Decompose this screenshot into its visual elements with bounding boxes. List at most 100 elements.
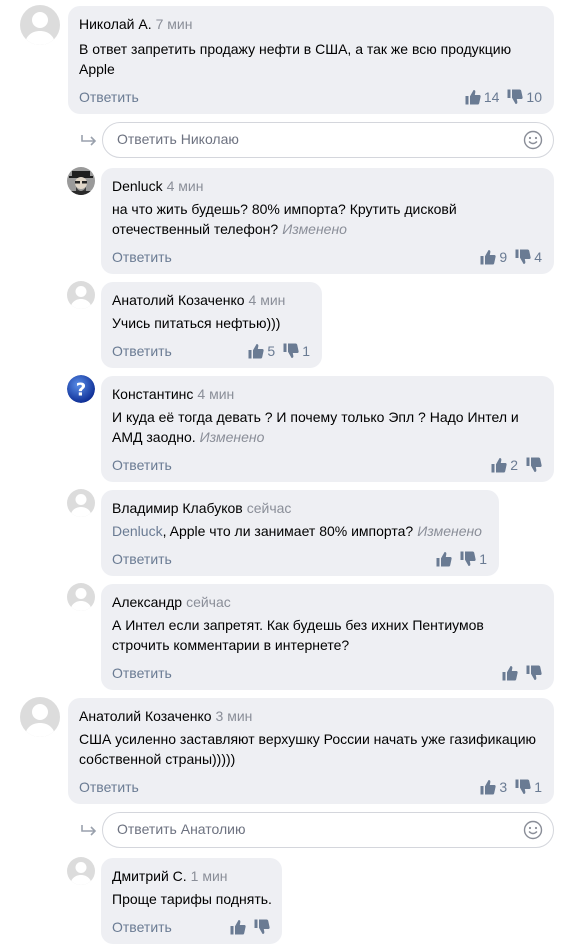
like-button[interactable] [436,551,452,567]
reply-button[interactable]: Ответить [112,551,172,567]
comment-time[interactable]: сейчас [186,594,231,610]
thumbs-up-icon [480,780,497,795]
comment-text: Проще тарифы поднять. [112,891,272,907]
thumbs-up-icon [248,344,265,359]
comment-time[interactable]: 7 мин [156,16,193,32]
comment-time[interactable]: 4 мин [167,178,204,194]
author-name[interactable]: Denluck [112,178,163,194]
avatar[interactable] [67,167,95,195]
comment-time[interactable]: 1 мин [191,868,228,884]
reply-field[interactable] [102,812,554,848]
comment-header: Denluck 4 мин [112,178,203,194]
reply-input[interactable] [117,131,497,147]
vote-controls [230,919,270,935]
mention-link[interactable]: Denluck [112,523,163,539]
thumbs-down-icon [515,249,531,264]
comment-text: А Интел если запретят. Как будешь без их… [112,617,484,653]
author-name[interactable]: Анатолий Козаченко [112,292,245,308]
reply-button[interactable]: Ответить [112,665,172,681]
comment-text: И куда её тогда девать ? И почему только… [112,409,519,445]
edited-label: Изменено [282,221,347,237]
smiley-icon[interactable] [523,820,543,840]
dislike-count: 4 [534,249,542,265]
comment-time[interactable]: 3 мин [216,708,253,724]
avatar[interactable] [67,281,95,309]
dislike-button[interactable]: 4 [515,249,542,265]
comment-bubble: Константинс 4 мин И куда её тогда девать … [101,376,554,482]
thumbs-down-icon [515,779,531,794]
comment-bubble: Николай А. 7 мин В ответ запретить продаж… [68,6,554,114]
comment-header: Александр сейчас [112,594,231,610]
like-count: 9 [499,249,508,265]
thumbs-down-icon [507,89,524,104]
like-count: 3 [499,779,508,795]
thumbs-down-icon [254,919,270,934]
comment-time[interactable]: сейчас [247,500,292,516]
reply-button[interactable]: Ответить [112,343,172,359]
dislike-button[interactable] [254,919,270,935]
comment-time[interactable]: 4 мин [249,292,286,308]
reply-button[interactable]: Ответить [112,249,172,265]
comment-bubble: Denluck 4 мин на что жить будешь? 80% имп… [101,168,554,274]
reply-field[interactable] [102,122,554,158]
avatar[interactable] [67,583,95,611]
reply-button[interactable]: Ответить [79,89,139,105]
thumbs-up-icon [465,90,481,105]
thumbs-up-icon [436,552,452,567]
dislike-button[interactable]: 1 [460,551,487,567]
like-button[interactable]: 9 [480,249,507,265]
reply-button[interactable]: Ответить [79,779,139,795]
dislike-button[interactable]: 1 [283,343,310,359]
vote-controls [502,665,542,681]
like-button[interactable] [230,919,246,935]
dislike-button[interactable] [526,665,542,681]
author-name[interactable]: Дмитрий С. [112,868,187,884]
smiley-icon[interactable] [523,130,543,150]
dislike-button[interactable] [526,457,542,473]
comment-text: В ответ запретить продажу нефти в США, а… [79,41,512,77]
like-button[interactable]: 5 [248,343,275,359]
reply-button[interactable]: Ответить [112,919,172,935]
comment-bubble: Анатолий Козаченко 3 мин США усиленно зас… [68,698,554,804]
author-name[interactable]: Николай А. [79,16,152,32]
author-name[interactable]: Анатолий Козаченко [79,708,212,724]
dislike-button[interactable]: 1 [515,779,542,795]
vote-controls: 1 [436,551,487,567]
like-count: 2 [510,457,518,473]
reply-arrow-icon [81,825,97,836]
like-count: 5 [267,343,276,359]
author-name[interactable]: Владимир Клабуков [112,500,243,516]
dislike-button[interactable]: 10 [507,89,542,105]
author-name[interactable]: Константинс [112,386,193,402]
comment-bubble: Анатолий Козаченко 4 мин Учись питаться н… [101,282,322,368]
avatar[interactable] [20,5,60,45]
thumbs-up-icon [230,920,246,935]
comment-header: Анатолий Козаченко 4 мин [112,292,285,308]
comment-bubble: Александр сейчас А Интел если запретят. К… [101,584,554,690]
dislike-count: 10 [526,89,542,105]
like-button[interactable]: 3 [480,779,507,795]
thumbs-down-icon [283,343,299,358]
like-button[interactable] [502,665,518,681]
like-button[interactable]: 14 [465,89,500,105]
comment-bubble: Дмитрий С. 1 мин Проще тарифы поднять. От… [101,858,282,944]
comment-header: Анатолий Козаченко 3 мин [79,708,252,724]
thumbs-down-icon [526,457,542,472]
comment-text: Denluck, Apple что ли занимает 80% импор… [112,523,482,539]
edited-label: Изменено [199,429,265,445]
comment-header: Дмитрий С. 1 мин [112,868,228,884]
comment-header: Константинс 4 мин [112,386,234,402]
reply-input[interactable] [117,821,497,837]
comment-header: Николай А. 7 мин [79,16,192,32]
thumbs-down-icon [526,665,542,680]
avatar[interactable]: ? [67,375,95,403]
like-button[interactable]: 2 [491,457,518,473]
comment-time[interactable]: 4 мин [197,386,234,402]
avatar[interactable] [20,697,60,737]
like-count: 14 [483,89,500,105]
author-name[interactable]: Александр [112,594,182,610]
reply-button[interactable]: Ответить [112,457,172,473]
avatar[interactable] [67,489,95,517]
reply-arrow-icon [81,135,97,146]
avatar[interactable] [67,857,95,885]
